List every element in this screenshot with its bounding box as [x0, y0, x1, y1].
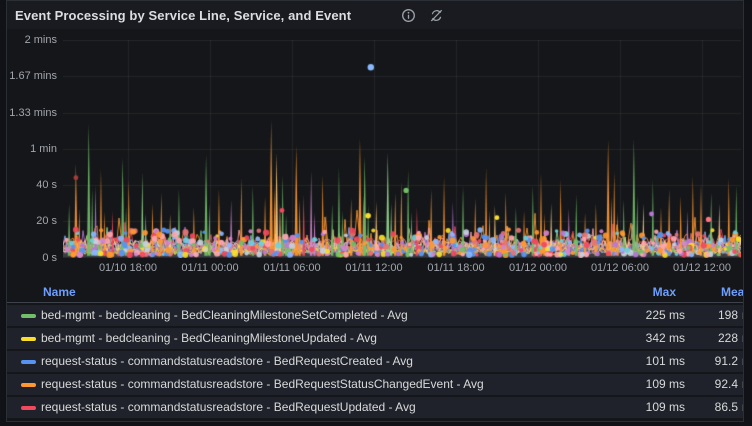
x-axis-tick-label: 01/12 12:00	[660, 262, 744, 274]
legend-header-max[interactable]: Max	[653, 285, 676, 299]
legend-table: Name Max Mean bed-mgmt - bedcleaning - B…	[7, 283, 743, 422]
legend-header-name[interactable]: Name	[43, 285, 76, 299]
legend-header-row: Name Max Mean	[7, 283, 743, 303]
series-mean-value: 92.4ms	[697, 377, 744, 391]
series-color-marker[interactable]	[21, 383, 36, 387]
y-axis-tick-label: 1.67 mins	[7, 70, 57, 82]
x-axis-tick-label: 01/12 00:00	[496, 262, 580, 274]
sync-disabled-icon[interactable]	[427, 6, 445, 24]
legend-row[interactable]: request-status - commandstatusreadstore …	[7, 374, 743, 395]
series-color-marker[interactable]	[21, 360, 36, 364]
x-axis-tick-label: 01/11 12:00	[332, 262, 416, 274]
legend-row[interactable]: bed-mgmt - bedcleaning - BedCleaningMile…	[7, 328, 743, 349]
panel-header[interactable]: Event Processing by Service Line, Servic…	[7, 1, 743, 29]
series-mean-value: 228ms	[697, 331, 744, 345]
series-name[interactable]: bed-mgmt - bedcleaning - BedCleaningMile…	[41, 331, 377, 345]
series-color-marker[interactable]	[21, 314, 36, 318]
series-color-marker[interactable]	[21, 406, 36, 410]
timeseries-canvas[interactable]	[63, 40, 741, 258]
x-axis-tick-label: 01/10 18:00	[86, 262, 170, 274]
x-axis-tick-label: 01/12 06:00	[578, 262, 662, 274]
x-axis-tick-label: 01/11 18:00	[414, 262, 498, 274]
series-mean-value: 86.5ms	[697, 400, 744, 414]
panel-title[interactable]: Event Processing by Service Line, Servic…	[15, 8, 351, 23]
y-axis-tick-label: 1.33 mins	[7, 107, 57, 119]
series-name[interactable]: bed-mgmt - bedcleaning - BedCleaningMile…	[41, 308, 408, 322]
y-axis-tick-label: 40 s	[7, 179, 57, 191]
series-mean-value: 198ms	[697, 308, 744, 322]
legend-row[interactable]: request-status - commandstatusreadstore …	[7, 351, 743, 372]
y-axis-tick-label: 0 s	[7, 252, 57, 264]
series-mean-value: 91.2ms	[697, 354, 744, 368]
legend-row[interactable]: request-status - commandstatusreadstore …	[7, 397, 743, 418]
legend-row[interactable]: bed-mgmt - bedcleaning - BedCleaningMile…	[7, 305, 743, 326]
series-max-value: 109 ms	[646, 377, 685, 391]
y-axis-tick-label: 2 mins	[7, 34, 57, 46]
timeseries-panel: Event Processing by Service Line, Servic…	[6, 0, 744, 422]
series-max-value: 342 ms	[646, 331, 685, 345]
y-axis-tick-label: 1 min	[7, 143, 57, 155]
x-axis-tick-label: 01/11 06:00	[250, 262, 334, 274]
x-axis-tick-label: 01/11 00:00	[168, 262, 252, 274]
y-axis-tick-label: 20 s	[7, 215, 57, 227]
series-max-value: 109 ms	[646, 400, 685, 414]
series-color-marker[interactable]	[21, 337, 36, 341]
series-max-value: 101 ms	[646, 354, 685, 368]
legend-header-mean[interactable]: Mean	[721, 285, 744, 299]
series-name[interactable]: request-status - commandstatusreadstore …	[41, 354, 413, 368]
legend-rows: bed-mgmt - bedcleaning - BedCleaningMile…	[7, 305, 743, 420]
series-name[interactable]: request-status - commandstatusreadstore …	[41, 377, 484, 391]
info-icon[interactable]	[399, 6, 417, 24]
series-name[interactable]: request-status - commandstatusreadstore …	[41, 400, 416, 414]
series-max-value: 225 ms	[646, 308, 685, 322]
